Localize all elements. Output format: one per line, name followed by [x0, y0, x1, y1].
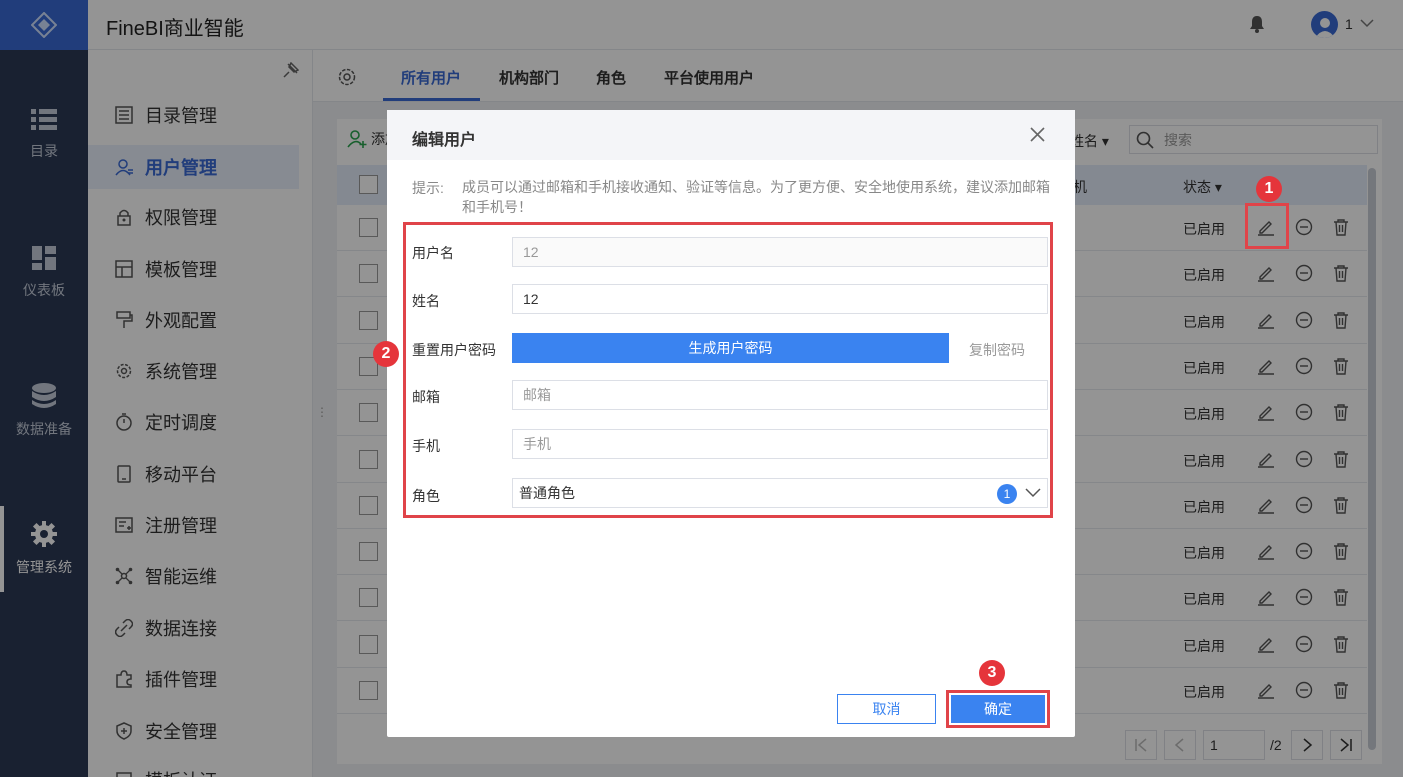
callout-1: 1 [1256, 176, 1282, 202]
close-icon[interactable] [1030, 127, 1045, 142]
name-label: 姓名 [412, 293, 440, 309]
dialog-header: 编辑用户 [387, 110, 1075, 160]
callout-2: 2 [373, 341, 399, 367]
name-field[interactable]: 12 [512, 284, 1048, 314]
role-count-badge: 1 [997, 484, 1017, 504]
generate-password-button[interactable]: 生成用户密码 [512, 333, 949, 363]
dialog-title: 编辑用户 [412, 132, 477, 149]
email-field[interactable]: 邮箱 [512, 380, 1048, 410]
phone-placeholder: 手机 [523, 436, 551, 452]
confirm-button[interactable]: 确定 [951, 695, 1045, 723]
role-value: 普通角色 [519, 485, 575, 501]
cancel-button[interactable]: 取消 [837, 694, 936, 724]
chevron-down-icon [1025, 488, 1041, 498]
reset-password-label: 重置用户密码 [412, 342, 496, 358]
edit-user-dialog: 编辑用户 提示: 成员可以通过邮箱和手机接收通知、验证等信息。为了更方便、安全地… [387, 110, 1075, 737]
phone-label: 手机 [412, 438, 440, 454]
copy-password-link[interactable]: 复制密码 [969, 340, 1025, 360]
phone-field[interactable]: 手机 [512, 429, 1048, 459]
callout-3: 3 [979, 660, 1005, 686]
role-label: 角色 [412, 488, 440, 504]
username-field: 12 [512, 237, 1048, 267]
hint-label: 提示: [412, 180, 444, 196]
email-label: 邮箱 [412, 389, 440, 405]
username-label: 用户名 [412, 245, 454, 261]
edit-highlight-frame [1245, 203, 1289, 249]
email-placeholder: 邮箱 [523, 387, 551, 403]
role-select[interactable]: 普通角色 1 [512, 478, 1048, 508]
hint-text: 成员可以通过邮箱和手机接收通知、验证等信息。为了更方便、安全地使用系统，建议添加… [462, 179, 1050, 215]
